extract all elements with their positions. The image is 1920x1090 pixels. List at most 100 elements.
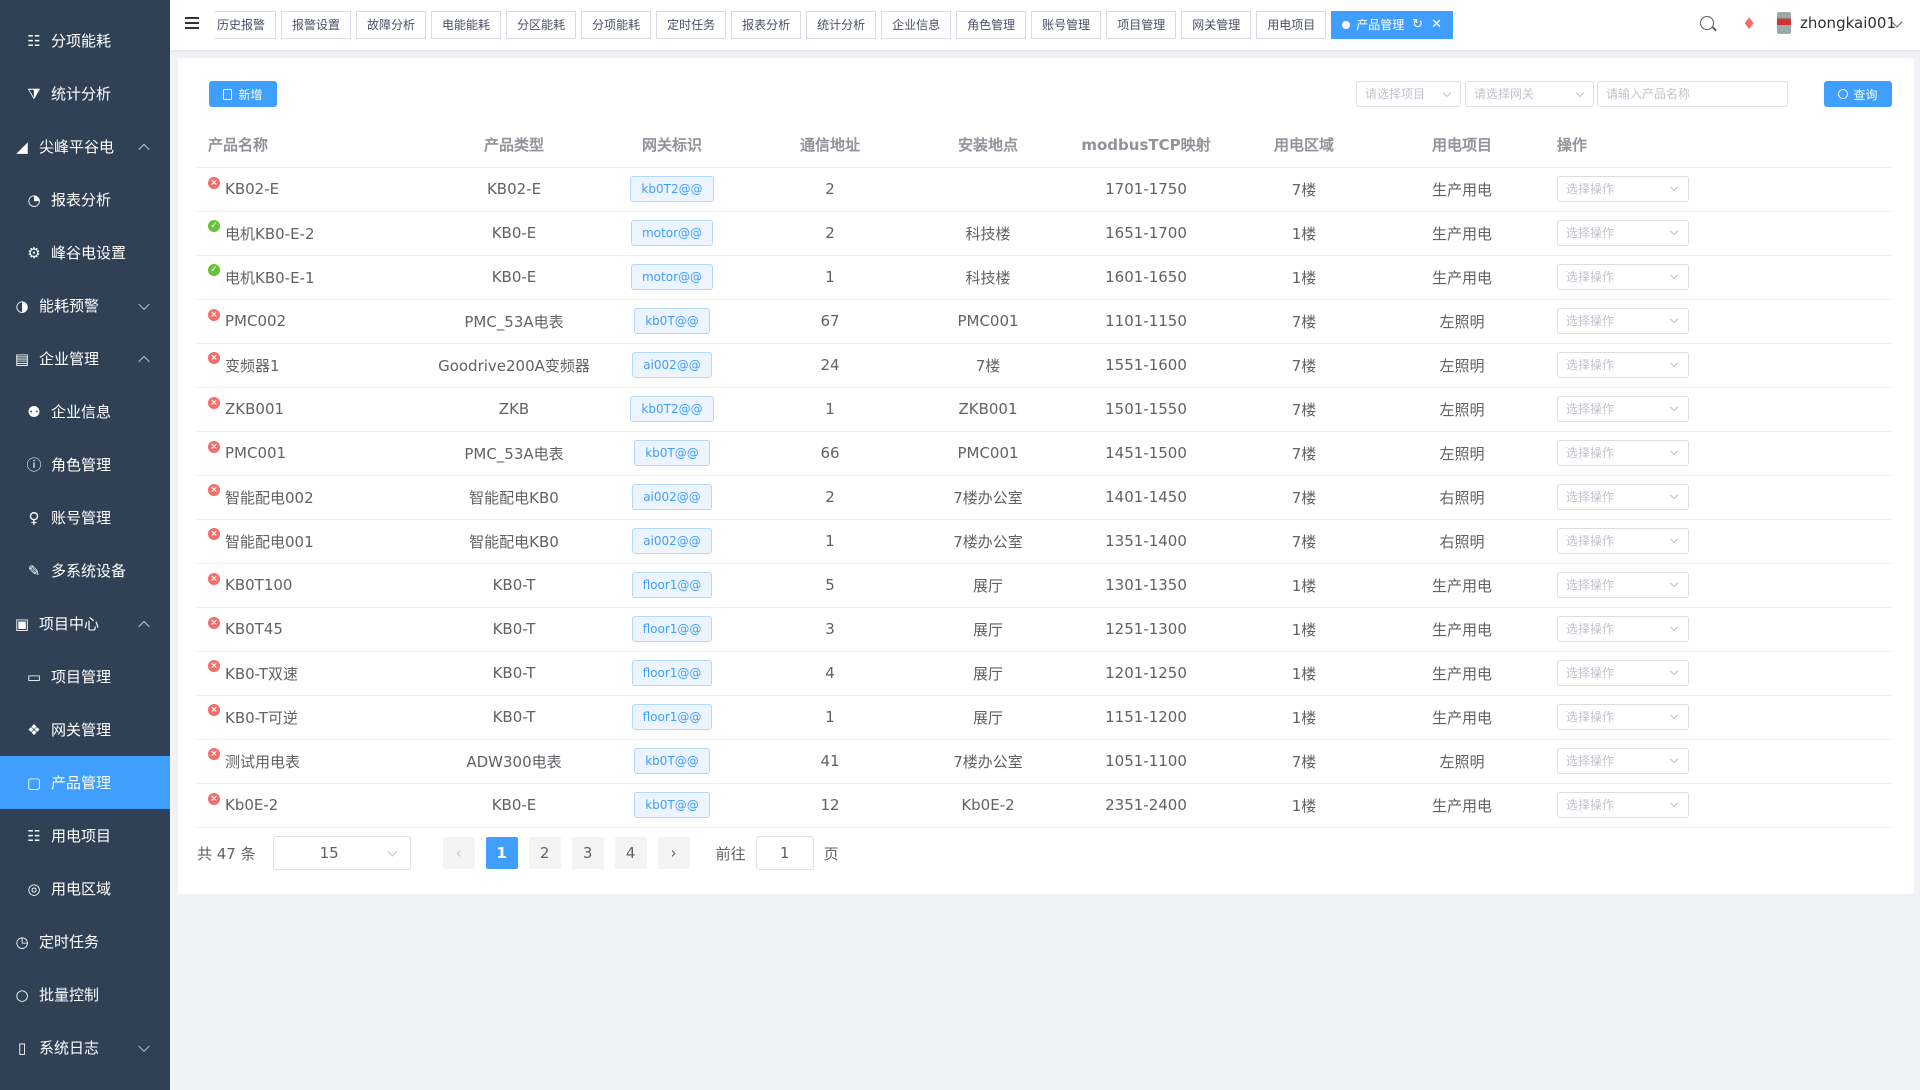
tab[interactable]: 统计分析 — [806, 11, 877, 39]
action-select[interactable]: 选择操作 — [1557, 528, 1689, 554]
tab[interactable]: 网关管理 — [1181, 11, 1252, 39]
chevron-down-icon[interactable] — [138, 1040, 150, 1052]
page-button[interactable]: 2 — [528, 837, 561, 869]
tab[interactable]: 报警设置 — [281, 11, 352, 39]
refresh-icon[interactable]: ↻ — [1412, 12, 1423, 38]
tab[interactable]: 企业信息 — [881, 11, 952, 39]
sidebar-item[interactable]: ✎ 多系统设备 — [0, 544, 170, 597]
sidebar-item[interactable]: ⧩ 统计分析 — [0, 67, 170, 120]
tab[interactable]: 报表分析 — [731, 11, 802, 39]
action-select[interactable]: 选择操作 — [1557, 352, 1689, 378]
action-select[interactable]: 选择操作 — [1557, 748, 1689, 774]
sidebar-item[interactable]: ▤ 企业管理 — [0, 332, 170, 385]
search-icon[interactable] — [1700, 16, 1714, 30]
sidebar-item[interactable]: ⚙ 峰谷电设置 — [0, 226, 170, 279]
action-select[interactable]: 选择操作 — [1557, 660, 1689, 686]
product-name-placeholder: 请输入产品名称 — [1606, 87, 1691, 101]
tab[interactable]: 分项能耗 — [581, 11, 652, 39]
sidebar-item[interactable]: ⚉ 企业信息 — [0, 385, 170, 438]
prev-page-button[interactable]: ‹ — [442, 837, 475, 869]
next-page-button[interactable]: › — [657, 837, 690, 869]
tab[interactable]: 账号管理 — [1031, 11, 1102, 39]
sidebar-item[interactable]: ◎ 用电区域 — [0, 862, 170, 915]
cell-action: 选择操作 — [1557, 783, 1892, 828]
cell-gateway: ai002@@ — [609, 343, 735, 388]
add-button[interactable]: 新增 — [209, 81, 277, 107]
avatar[interactable] — [1777, 12, 1791, 34]
chevron-up-icon[interactable] — [138, 620, 150, 632]
column-header: 产品名称 — [196, 122, 419, 168]
tab[interactable]: 定时任务 — [656, 11, 727, 39]
gateway-tag: floor1@@ — [631, 660, 713, 686]
cell-mapping: 1451-1500 — [1051, 431, 1241, 476]
query-button-label: 查询 — [1853, 87, 1878, 102]
gateway-select[interactable]: 请选择网关 — [1465, 81, 1594, 107]
tab-active[interactable]: 产品管理 ↻ ✕ — [1331, 11, 1454, 39]
cell-address: 1 — [735, 387, 925, 432]
tab[interactable]: 角色管理 — [956, 11, 1027, 39]
tab[interactable]: 项目管理 — [1106, 11, 1177, 39]
sidebar-item[interactable]: ☷ 用电项目 — [0, 809, 170, 862]
action-select[interactable]: 选择操作 — [1557, 616, 1689, 642]
sidebar-item[interactable]: ○ 批量控制 — [0, 968, 170, 1021]
page-button[interactable]: 4 — [614, 837, 647, 869]
cell-name: ✓ 电机KB0-E-2 — [196, 211, 419, 256]
sidebar-item[interactable]: ☷ 分项能耗 — [0, 14, 170, 67]
cell-type: 智能配电KB0 — [419, 519, 609, 564]
cell-location: 7楼 — [925, 343, 1051, 388]
sidebar-item[interactable]: ▢ 产品管理 — [0, 756, 170, 809]
tab[interactable]: 历史报警 — [215, 11, 277, 39]
table-row: × 智能配电002 智能配电KB0 ai002@@ 2 7楼办公室 1401-1450 7楼右… — [196, 475, 1892, 520]
cell-name: × KB0T100 — [196, 563, 419, 608]
sidebar-item[interactable]: ▣ 项目中心 — [0, 597, 170, 650]
sidebar-item[interactable]: ❖ 网关管理 — [0, 703, 170, 756]
sidebar-item[interactable]: ◢ 尖峰平谷电 — [0, 120, 170, 173]
hamburger-icon[interactable] — [185, 17, 199, 29]
product-name-input[interactable]: 请输入产品名称 — [1597, 81, 1788, 107]
chevron-up-icon[interactable] — [138, 143, 150, 155]
action-select[interactable]: 选择操作 — [1557, 484, 1689, 510]
sidebar: ☷ 分项能耗 ⧩ 统计分析 ◢ 尖峰平谷电 ◔ 报表分析 ⚙ 峰谷电设置 ◑ 能耗预警 ▤ 企业管理 ⚉ 企业… — [0, 0, 170, 1090]
project-select[interactable]: 请选择项目 — [1356, 81, 1461, 107]
cell-name: × KB0-T可逆 — [196, 695, 419, 740]
action-select[interactable]: 选择操作 — [1557, 308, 1689, 334]
page-button[interactable]: 3 — [571, 837, 604, 869]
tab[interactable]: 分区能耗 — [506, 11, 577, 39]
cell-address: 1 — [735, 519, 925, 564]
sidebar-item[interactable]: ▯ 系统日志 — [0, 1021, 170, 1074]
action-select[interactable]: 选择操作 — [1557, 572, 1689, 598]
sidebar-item[interactable]: ♀ 账号管理 — [0, 491, 170, 544]
tab[interactable]: 故障分析 — [356, 11, 427, 39]
clock-icon: ◷ — [15, 932, 29, 951]
sidebar-item[interactable]: ▭ 项目管理 — [0, 650, 170, 703]
sidebar-item[interactable]: ◑ 能耗预警 — [0, 279, 170, 332]
page-size-select[interactable]: 15 — [272, 836, 411, 870]
tab[interactable]: 用电项目 — [1256, 11, 1327, 39]
sidebar-item[interactable] — [0, 0, 170, 14]
tab[interactable]: 电能能耗 — [431, 11, 502, 39]
action-select[interactable]: 选择操作 — [1557, 264, 1689, 290]
username[interactable]: zhongkai001 — [1800, 14, 1896, 32]
query-button[interactable]: 查询 — [1824, 81, 1892, 107]
product-name-text: 电机KB0-E-1 — [225, 268, 315, 287]
action-select[interactable]: 选择操作 — [1557, 792, 1689, 818]
goto-page-input[interactable]: 1 — [755, 836, 814, 870]
action-select[interactable]: 选择操作 — [1557, 396, 1689, 422]
cell-gateway: kb0T@@ — [609, 783, 735, 828]
chevron-down-icon[interactable] — [138, 298, 150, 310]
action-select[interactable]: 选择操作 — [1557, 440, 1689, 466]
sidebar-item[interactable]: ⓘ 角色管理 — [0, 438, 170, 491]
action-select[interactable]: 选择操作 — [1557, 220, 1689, 246]
cell-mapping: 1401-1450 — [1051, 475, 1241, 520]
close-icon[interactable]: ✕ — [1431, 12, 1442, 38]
cell-location: 7楼办公室 — [925, 519, 1051, 564]
action-select[interactable]: 选择操作 — [1557, 176, 1689, 202]
chevron-up-icon[interactable] — [138, 355, 150, 367]
x-circle-icon: × — [208, 617, 220, 629]
action-select[interactable]: 选择操作 — [1557, 704, 1689, 730]
cell-type: KB0-T — [419, 695, 609, 740]
sidebar-item[interactable]: ◔ 报表分析 — [0, 173, 170, 226]
page-button[interactable]: 1 — [485, 837, 518, 869]
sidebar-item[interactable]: ◷ 定时任务 — [0, 915, 170, 968]
bell-icon[interactable]: ♦ — [1742, 15, 1758, 33]
